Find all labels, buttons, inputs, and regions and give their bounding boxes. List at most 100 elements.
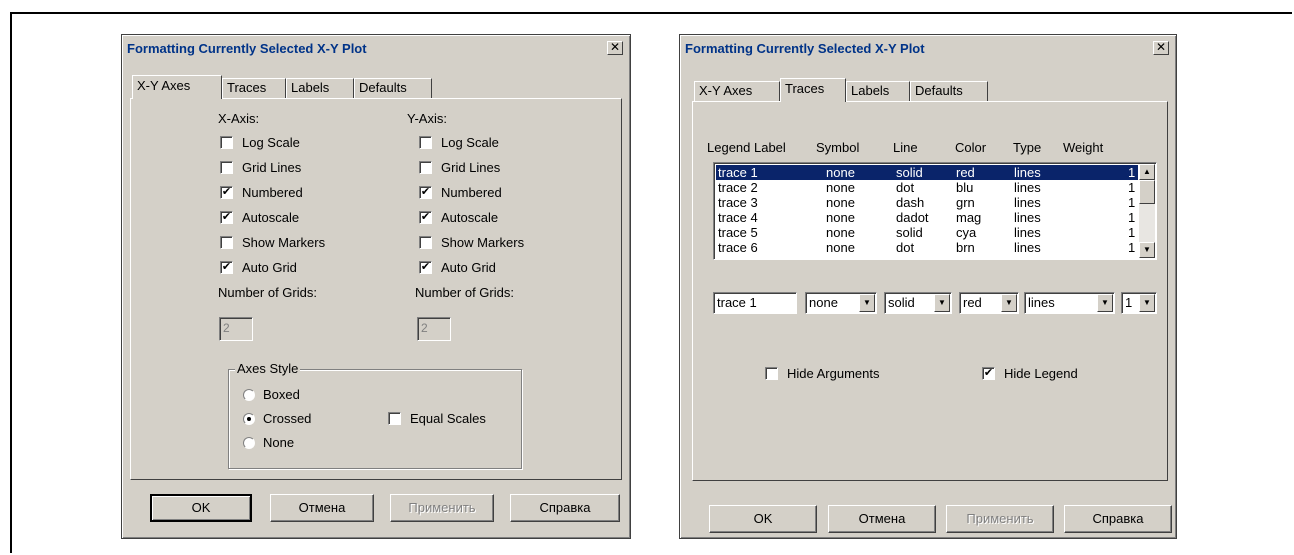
hide-legend-label: Hide Legend [1004, 366, 1078, 381]
checkmark-icon: ✔ [420, 261, 431, 273]
ok-button[interactable]: OK [709, 505, 817, 533]
boxed-radio[interactable] [243, 389, 255, 401]
col-symbol: Symbol [816, 140, 860, 155]
x-grid-lines-label: Grid Lines [242, 160, 302, 175]
equal-scales-checkbox[interactable] [388, 412, 401, 425]
list-scrollbar[interactable]: ▲ ▼ [1139, 164, 1155, 258]
tab-xy-axes[interactable]: X-Y Axes [132, 75, 222, 99]
y-show-markers-checkbox[interactable] [419, 236, 432, 249]
x-autoscale-label: Autoscale [242, 210, 300, 225]
color-select-value: red [963, 295, 982, 310]
help-button[interactable]: Справка [510, 494, 620, 522]
tab-labels[interactable]: Labels [846, 81, 910, 101]
apply-button[interactable]: Применить [946, 505, 1054, 533]
type-select[interactable]: lines ▼ [1024, 292, 1115, 314]
row-symbol: none [826, 210, 855, 225]
row-color: grn [956, 195, 975, 210]
close-icon: ✕ [1155, 40, 1167, 54]
row-symbol: none [826, 165, 855, 180]
chevron-down-icon[interactable]: ▼ [859, 294, 875, 312]
y-number-of-grids-field[interactable]: 2 [417, 317, 451, 341]
crossed-label: Crossed [263, 411, 312, 426]
row-line: dot [896, 240, 915, 255]
list-item[interactable]: trace 4 none dadot mag lines 1 [716, 210, 1138, 225]
chevron-down-icon[interactable]: ▼ [1001, 294, 1017, 312]
scroll-down-button[interactable]: ▼ [1139, 242, 1155, 258]
x-numbered-checkbox[interactable]: ✔ [220, 186, 233, 199]
row-type: lines [1014, 210, 1041, 225]
list-item[interactable]: trace 2 none dot blu lines 1 [716, 180, 1138, 195]
chevron-down-icon[interactable]: ▼ [934, 294, 950, 312]
y-auto-grid-label: Auto Grid [441, 260, 496, 275]
col-legend-label: Legend Label [707, 140, 786, 155]
list-item[interactable]: trace 1 none solid red lines 1 [716, 165, 1138, 180]
title-bar: Formatting Currently Selected X-Y Plot ✕ [683, 38, 1173, 60]
legend-label-input[interactable]: trace 1 [713, 292, 797, 314]
x-show-markers-checkbox[interactable] [220, 236, 233, 249]
weight-select-value: 1 [1125, 295, 1133, 310]
row-weight: 1 [1128, 165, 1136, 180]
dialog-title: Formatting Currently Selected X-Y Plot [127, 41, 367, 56]
tab-labels[interactable]: Labels [286, 78, 354, 98]
help-button[interactable]: Справка [1064, 505, 1172, 533]
y-grid-lines-label: Grid Lines [441, 160, 501, 175]
scroll-up-button[interactable]: ▲ [1139, 164, 1155, 180]
x-number-of-grids-field[interactable]: 2 [219, 317, 253, 341]
tab-traces[interactable]: Traces [780, 78, 846, 102]
x-autoscale-checkbox[interactable]: ✔ [220, 211, 233, 224]
y-auto-grid-checkbox[interactable]: ✔ [419, 261, 432, 274]
dialog-xy-axes: Formatting Currently Selected X-Y Plot ✕… [121, 34, 631, 539]
traces-list[interactable]: trace 1 none solid red lines 1 trace 2 n… [713, 162, 1157, 260]
row-label: trace 1 [718, 165, 758, 180]
hide-arguments-checkbox[interactable] [765, 367, 778, 380]
close-button[interactable]: ✕ [607, 41, 623, 55]
checkmark-icon: ✔ [420, 211, 431, 223]
weight-select[interactable]: 1 ▼ [1121, 292, 1157, 314]
tab-panel: X-Axis: Y-Axis: Log Scale Grid Lines ✔ N… [130, 98, 622, 480]
hide-legend-checkbox[interactable]: ✔ [982, 367, 995, 380]
axes-style-title: Axes Style [235, 361, 301, 376]
y-autoscale-checkbox[interactable]: ✔ [419, 211, 432, 224]
none-radio[interactable] [243, 437, 255, 449]
close-button[interactable]: ✕ [1153, 41, 1169, 55]
y-grid-lines-checkbox[interactable] [419, 161, 432, 174]
x-log-scale-checkbox[interactable] [220, 136, 233, 149]
ok-button[interactable]: OK [150, 494, 252, 522]
checkmark-icon: ✔ [221, 186, 232, 198]
scroll-thumb[interactable] [1139, 180, 1155, 204]
axes-style-group: Axes Style Boxed Crossed None Equal Scal… [228, 361, 522, 469]
cancel-button[interactable]: Отмена [270, 494, 374, 522]
list-item[interactable]: trace 5 none solid cya lines 1 [716, 225, 1138, 240]
tab-defaults[interactable]: Defaults [354, 78, 432, 98]
crossed-radio[interactable] [243, 413, 255, 425]
cancel-button[interactable]: Отмена [828, 505, 936, 533]
row-label: trace 6 [718, 240, 758, 255]
apply-button[interactable]: Применить [390, 494, 494, 522]
col-color: Color [955, 140, 987, 155]
x-auto-grid-checkbox[interactable]: ✔ [220, 261, 233, 274]
list-item[interactable]: trace 3 none dash grn lines 1 [716, 195, 1138, 210]
row-symbol: none [826, 195, 855, 210]
row-type: lines [1014, 240, 1041, 255]
tab-traces[interactable]: Traces [222, 78, 286, 98]
col-weight: Weight [1063, 140, 1104, 155]
row-weight: 1 [1128, 195, 1136, 210]
tab-xy-axes[interactable]: X-Y Axes [694, 81, 780, 101]
y-log-scale-checkbox[interactable] [419, 136, 432, 149]
tab-defaults[interactable]: Defaults [910, 81, 988, 101]
list-item[interactable]: trace 6 none dot brn lines 1 [716, 240, 1138, 255]
row-symbol: none [826, 225, 855, 240]
chevron-down-icon[interactable]: ▼ [1139, 294, 1155, 312]
y-numbered-checkbox[interactable]: ✔ [419, 186, 432, 199]
x-grid-lines-checkbox[interactable] [220, 161, 233, 174]
checkmark-icon: ✔ [221, 261, 232, 273]
color-select[interactable]: red ▼ [959, 292, 1019, 314]
boxed-label: Boxed [263, 387, 300, 402]
row-line: dash [896, 195, 925, 210]
symbol-select[interactable]: none ▼ [805, 292, 877, 314]
x-numbered-label: Numbered [242, 185, 303, 200]
row-label: trace 2 [718, 180, 758, 195]
col-line: Line [893, 140, 918, 155]
line-select[interactable]: solid ▼ [884, 292, 952, 314]
chevron-down-icon[interactable]: ▼ [1097, 294, 1113, 312]
